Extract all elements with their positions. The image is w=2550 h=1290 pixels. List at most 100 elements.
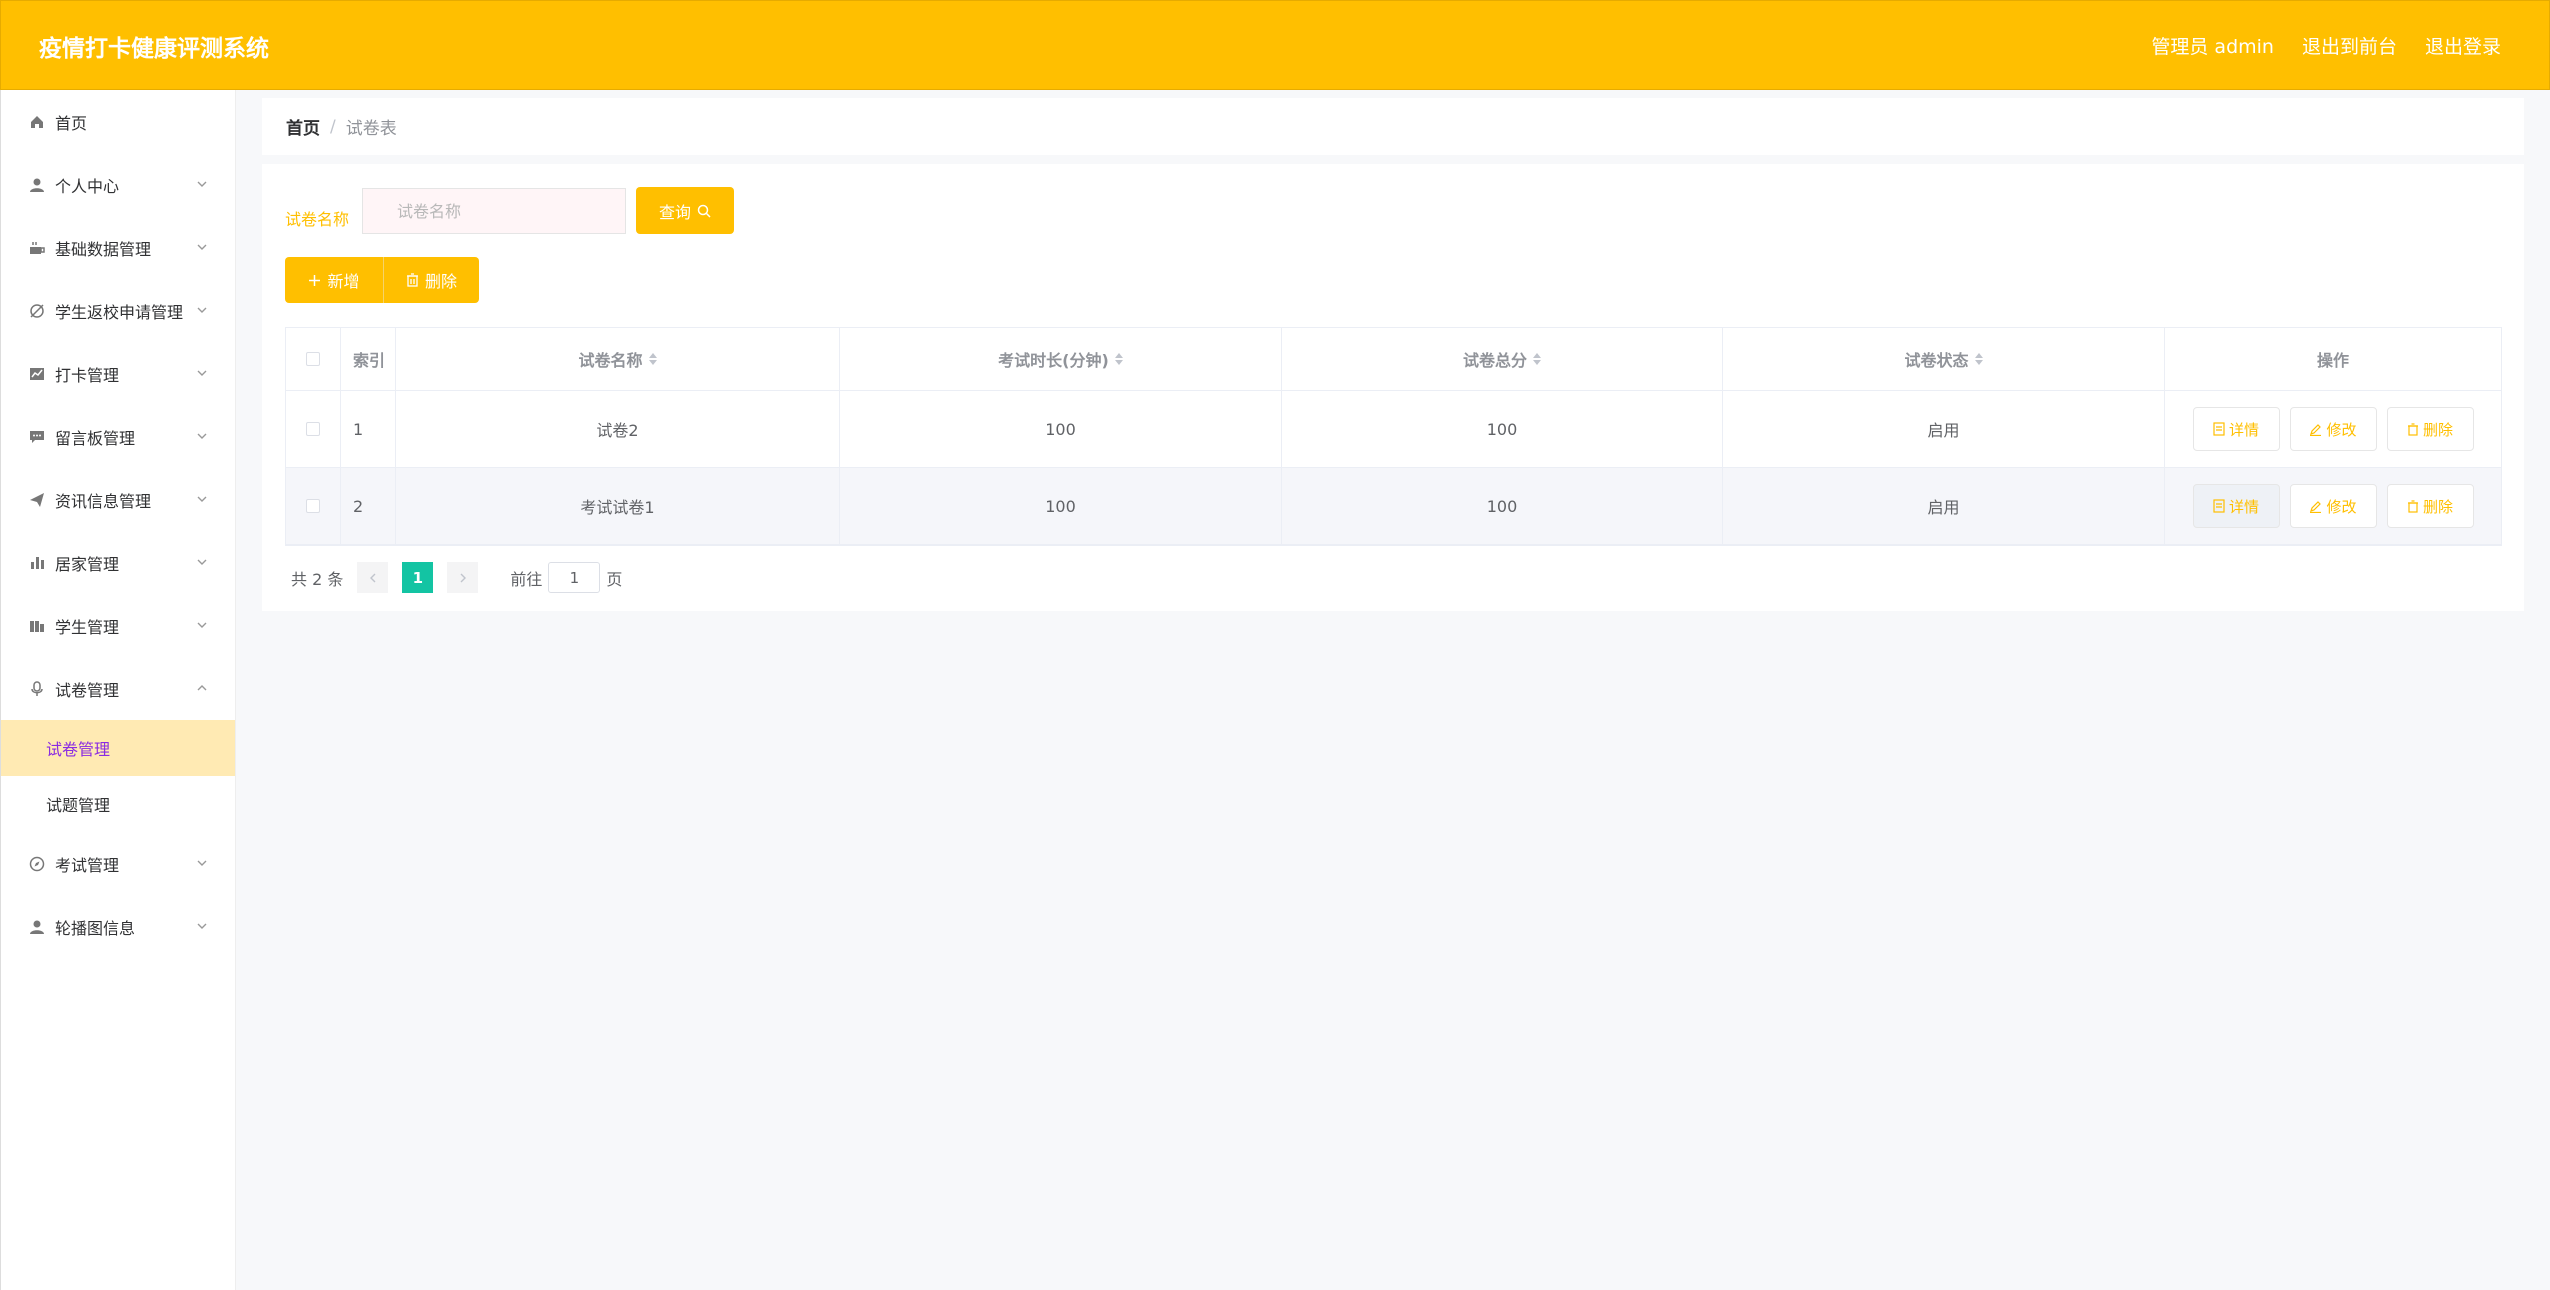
sidebar-item-news[interactable]: 资讯信息管理 [1,468,235,531]
chevron-down-icon [197,307,207,313]
sidebar-subitem-paper-management[interactable]: 试卷管理 [1,720,235,776]
sort-icon[interactable] [1114,353,1123,365]
detail-button[interactable]: 详情 [2192,484,2280,528]
sort-icon[interactable] [1974,353,1983,365]
pagination: 共 2 条 1 前往 1 页 [291,562,622,593]
app-title: 疫情打卡健康评测系统 [39,36,269,62]
document-icon [2213,422,2225,436]
prev-page-button[interactable] [357,562,389,593]
goto-page-input[interactable]: 1 [548,562,601,593]
breadcrumb-home[interactable]: 首页 [286,114,320,139]
bar-chart-icon [29,555,45,571]
paper-name-search-input[interactable] [362,188,626,234]
header-operations: 操作 [2316,351,2349,370]
home-icon [29,114,45,130]
sidebar-item-label: 居家管理 [55,554,120,574]
chevron-down-icon [197,860,207,866]
breadcrumb-current: 试卷表 [345,119,397,139]
goto-suffix: 页 [606,569,623,589]
cell-paper-name: 试卷2 [396,391,840,467]
sidebar-item-label: 学生管理 [55,617,120,637]
sidebar-item-exam-papers[interactable]: 试卷管理 [1,657,235,720]
sidebar-item-label: 考试管理 [55,855,120,875]
add-button[interactable]: 新增 [285,257,383,303]
cell-status: 启用 [1723,468,2165,544]
header-actions: 管理员 admin 退出到前台 退出登录 [2151,32,2501,59]
sidebar-item-label: 首页 [55,113,88,133]
header-index: 索引 [341,328,396,390]
sidebar: 首页 个人中心 基础数据管理 学生返校申请管理 打卡管理 留言板管理 资讯信息管… [0,90,236,1290]
sidebar-item-exams[interactable]: 考试管理 [1,832,235,895]
chevron-right-icon [460,573,466,582]
edit-button[interactable]: 修改 [2289,484,2377,528]
paper-table: 索引 试卷名称 考试时长(分钟) 试卷总分 试卷状态 操作 1 试卷2 100 … [285,327,2502,546]
go-front-link[interactable]: 退出到前台 [2302,32,2397,59]
sidebar-item-students[interactable]: 学生管理 [1,594,235,657]
sidebar-item-carousel[interactable]: 轮播图信息 [1,895,235,958]
sidebar-item-basic-data[interactable]: 基础数据管理 [1,216,235,279]
cell-duration: 100 [840,468,1282,544]
header-total-score[interactable]: 试卷总分 [1282,328,1723,390]
compass-icon [29,856,45,872]
chevron-down-icon [197,923,207,929]
sort-icon[interactable] [648,353,657,365]
cell-total-score: 100 [1282,391,1723,467]
header-paper-name[interactable]: 试卷名称 [396,328,840,390]
delete-button-label: 删除 [424,272,457,291]
sidebar-item-label: 基础数据管理 [55,239,152,259]
row-delete-button[interactable]: 删除 [2386,484,2474,528]
sidebar-item-message-board[interactable]: 留言板管理 [1,405,235,468]
chevron-down-icon [197,181,207,187]
trash-icon [406,273,418,287]
trash-icon [2407,422,2418,436]
chevron-down-icon [197,559,207,565]
breadcrumb-separator: / [330,116,336,137]
query-button-label: 查询 [658,202,691,222]
chart-icon [29,366,45,382]
user-icon [29,177,45,193]
cell-operations: 详情 修改 删除 [2165,391,2501,467]
delete-button[interactable]: 删除 [383,257,479,303]
chevron-down-icon [197,622,207,628]
edit-icon [2310,423,2322,436]
chevron-down-icon [197,433,207,439]
page-number-button[interactable]: 1 [402,562,434,593]
edit-button[interactable]: 修改 [2289,407,2377,451]
row-delete-button[interactable]: 删除 [2386,407,2474,451]
mic-icon [29,680,45,697]
sidebar-item-label: 留言板管理 [55,428,136,448]
sidebar-item-label: 资讯信息管理 [55,491,152,511]
sort-icon[interactable] [1533,353,1541,365]
send-icon [29,492,45,508]
plus-icon [309,274,321,286]
header-status[interactable]: 试卷状态 [1723,328,2165,390]
select-all-checkbox[interactable] [306,352,320,366]
row-checkbox[interactable] [306,422,320,436]
chevron-down-icon [197,244,207,250]
chevron-left-icon [369,573,376,582]
sidebar-item-home[interactable]: 首页 [1,90,235,153]
sidebar-item-home-quarantine[interactable]: 居家管理 [1,531,235,594]
row-checkbox[interactable] [306,499,320,513]
cell-paper-name: 考试试卷1 [396,468,840,544]
logout-link[interactable]: 退出登录 [2425,32,2501,59]
sidebar-item-checkin[interactable]: 打卡管理 [1,342,235,405]
detail-button[interactable]: 详情 [2192,407,2280,451]
cell-index: 2 [341,468,396,544]
table-row: 1 试卷2 100 100 启用 详情 修改 删除 [286,391,2501,468]
sidebar-subitem-question-management[interactable]: 试题管理 [1,776,235,832]
coffee-icon [29,240,45,256]
search-icon [697,204,711,218]
sidebar-item-personal-center[interactable]: 个人中心 [1,153,235,216]
stamp-icon [29,303,45,319]
add-button-label: 新增 [327,272,360,291]
query-button[interactable]: 查询 [636,187,734,234]
cell-status: 启用 [1723,391,2165,467]
current-user-label: 管理员 admin [2151,36,2274,58]
data-icon [29,618,45,634]
table-header-row: 索引 试卷名称 考试时长(分钟) 试卷总分 试卷状态 操作 [286,328,2501,391]
header-duration[interactable]: 考试时长(分钟) [840,328,1282,390]
sidebar-item-return-apply[interactable]: 学生返校申请管理 [1,279,235,342]
list-panel: 试卷名称 查询 新增 删除 索引 试卷名称 考试时长(分钟) 试卷总分 试卷状态… [262,164,2524,611]
next-page-button[interactable] [447,562,479,593]
